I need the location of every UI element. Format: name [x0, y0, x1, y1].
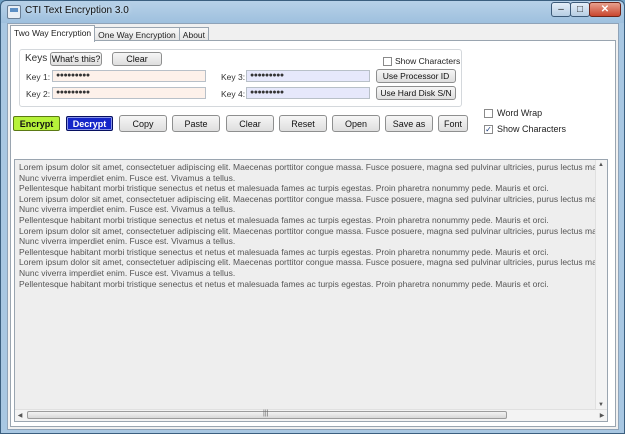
client-area: Two Way Encryption One Way Encryption Ab…: [7, 23, 619, 430]
text-line: Nunc viverra imperdiet enim. Fusce est. …: [19, 267, 236, 278]
scroll-left-icon[interactable]: ◀: [15, 410, 25, 420]
key1-input[interactable]: ●●●●●●●●●: [52, 70, 206, 82]
scroll-up-icon[interactable]: ▲: [596, 160, 606, 170]
key3-label: Key 3:: [221, 72, 246, 82]
use-hard-disk-sn-button[interactable]: Use Hard Disk S/N: [376, 86, 456, 100]
horizontal-scrollbar[interactable]: ◀ ||| ▶: [15, 409, 607, 421]
text-line: Pellentesque habitant morbi tristique se…: [19, 214, 549, 225]
key2-input[interactable]: ●●●●●●●●●: [52, 87, 206, 99]
text-line: Nunc viverra imperdiet enim. Fusce est. …: [19, 236, 236, 247]
text-line: Lorem ipsum dolor sit amet, consectetuer…: [19, 193, 597, 204]
tab-panel-two-way: Keys What's this? Clear Show Characters …: [10, 40, 616, 427]
window-title: CTI Text Encryption 3.0: [25, 5, 129, 16]
text-line: Lorem ipsum dolor sit amet, consectetuer…: [19, 225, 597, 236]
show-characters-checkbox[interactable]: ✓: [484, 125, 493, 134]
checkmark-icon: ✓: [485, 125, 492, 134]
tab-strip: Two Way Encryption One Way Encryption Ab…: [10, 25, 210, 42]
text-area[interactable]: Lorem ipsum dolor sit amet, consectetuer…: [14, 159, 608, 422]
whats-this-button[interactable]: What's this?: [50, 52, 102, 66]
key3-input[interactable]: ●●●●●●●●●: [246, 70, 370, 82]
tab-two-way-encryption[interactable]: Two Way Encryption: [10, 25, 96, 42]
vertical-scrollbar[interactable]: ▲ ▼: [595, 160, 607, 410]
text-line: Nunc viverra imperdiet enim. Fusce est. …: [19, 204, 236, 215]
keys-group: Keys What's this? Clear Show Characters …: [19, 49, 462, 107]
maximize-button[interactable]: □: [570, 2, 590, 17]
scroll-grip-icon: |||: [263, 410, 269, 417]
horizontal-scroll-thumb[interactable]: |||: [27, 410, 507, 419]
keys-show-characters-label: Show Characters: [395, 56, 461, 66]
text-content[interactable]: Lorem ipsum dolor sit amet, consectetuer…: [19, 162, 597, 402]
save-as-button[interactable]: Save as: [385, 115, 433, 132]
encrypt-button[interactable]: Encrypt: [13, 116, 60, 131]
key4-input[interactable]: ●●●●●●●●●: [246, 87, 370, 99]
app-window: CTI Text Encryption 3.0 – □ ✕ Two Way En…: [0, 0, 625, 434]
reset-button[interactable]: Reset: [279, 115, 327, 132]
open-button[interactable]: Open: [332, 115, 380, 132]
app-icon: [7, 5, 21, 19]
title-bar[interactable]: CTI Text Encryption 3.0 – □ ✕: [1, 1, 624, 23]
close-button[interactable]: ✕: [589, 2, 621, 17]
text-line: Pellentesque habitant morbi tristique se…: [19, 278, 549, 289]
show-characters-label: Show Characters: [497, 124, 567, 134]
scroll-right-icon[interactable]: ▶: [597, 410, 607, 420]
word-wrap-label: Word Wrap: [497, 108, 543, 118]
use-processor-id-button[interactable]: Use Processor ID: [376, 69, 456, 83]
maximize-icon: □: [576, 4, 584, 15]
decrypt-button[interactable]: Decrypt: [66, 116, 113, 131]
text-line: Lorem ipsum dolor sit amet, consectetuer…: [19, 257, 597, 268]
minimize-icon: –: [558, 4, 564, 15]
key1-label: Key 1:: [26, 72, 51, 82]
font-button[interactable]: Font: [438, 115, 468, 132]
paste-button[interactable]: Paste: [172, 115, 220, 132]
clear-button[interactable]: Clear: [226, 115, 274, 132]
word-wrap-checkbox[interactable]: [484, 109, 493, 118]
keys-clear-button[interactable]: Clear: [112, 52, 162, 66]
close-icon: ✕: [600, 4, 610, 15]
text-line: Lorem ipsum dolor sit amet, consectetuer…: [19, 162, 597, 172]
text-line: Pellentesque habitant morbi tristique se…: [19, 246, 549, 257]
text-line: Nunc viverra imperdiet enim. Fusce est. …: [19, 172, 236, 183]
text-line: Pellentesque habitant morbi tristique se…: [19, 183, 549, 194]
minimize-button[interactable]: –: [551, 2, 571, 17]
keys-title: Keys: [25, 53, 48, 64]
key4-label: Key 4:: [221, 89, 246, 99]
copy-button[interactable]: Copy: [119, 115, 167, 132]
key2-label: Key 2:: [26, 89, 51, 99]
keys-show-characters-checkbox[interactable]: [383, 57, 392, 66]
